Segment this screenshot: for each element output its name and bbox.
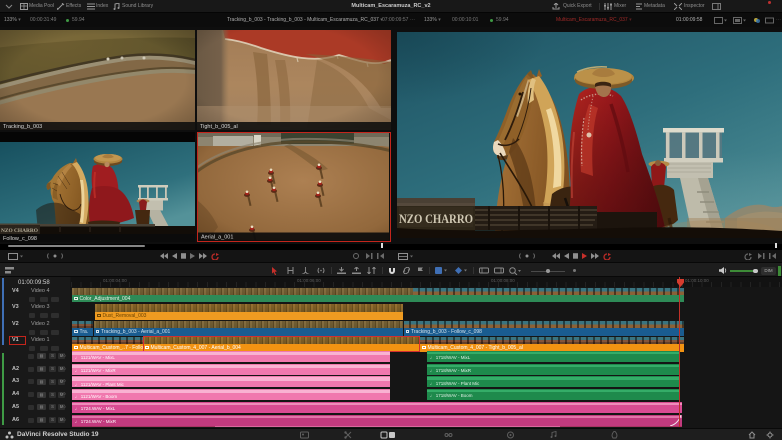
svg-text:Aerial_a_001: Aerial_a_001 — [201, 234, 233, 240]
svg-text:Follow_c_098: Follow_c_098 — [3, 236, 37, 242]
svg-text:Tight_b_005_al: Tight_b_005_al — [200, 124, 238, 130]
svg-text:NZO CHARRO: NZO CHARRO — [1, 228, 39, 234]
svg-text:Tracking_b_003: Tracking_b_003 — [3, 124, 42, 130]
svg-text:NZO CHARRO: NZO CHARRO — [399, 212, 473, 226]
